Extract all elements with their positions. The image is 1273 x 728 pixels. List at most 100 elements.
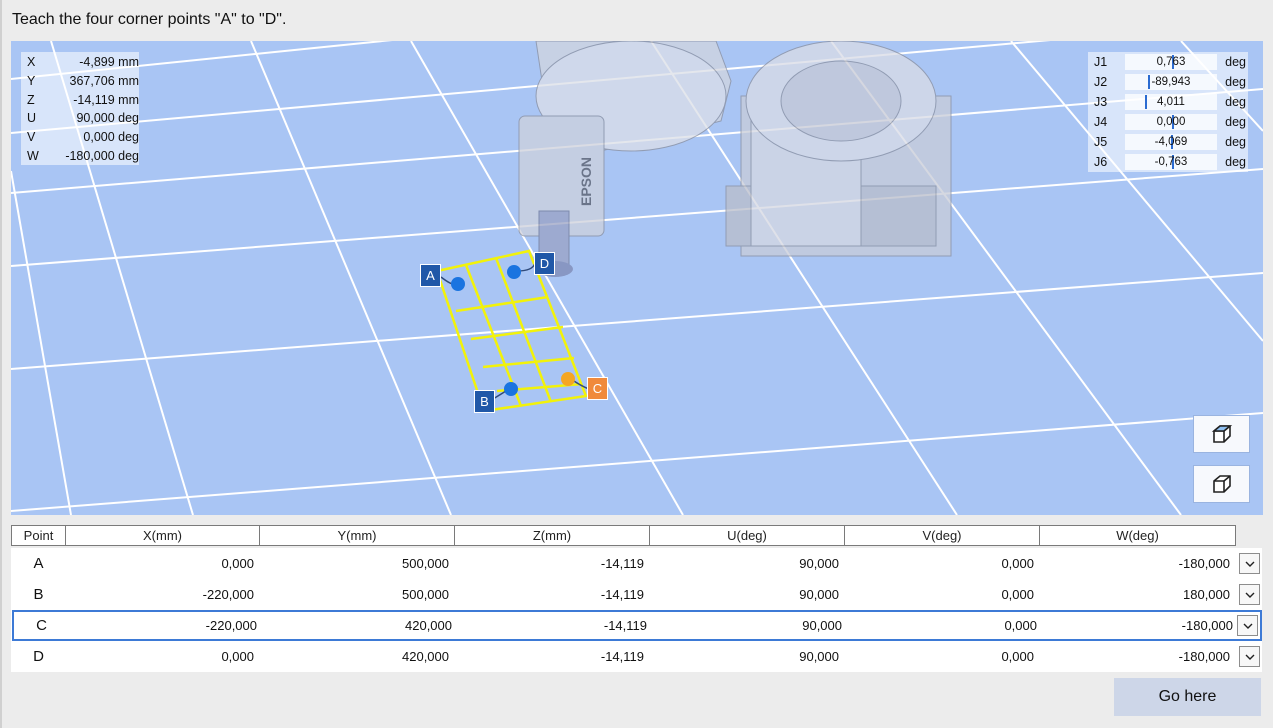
- axis-value: 367,706 mm: [69, 73, 139, 88]
- joint-value: 4,011: [1156, 96, 1185, 108]
- row-dropdown-button[interactable]: [1239, 584, 1260, 605]
- joint-name: J1: [1094, 55, 1108, 69]
- cell-w: -180,000: [1181, 618, 1233, 633]
- cell-point: A: [33, 555, 44, 572]
- cell-x: -220,000: [202, 587, 254, 602]
- cell-w: -180,000: [1178, 649, 1230, 664]
- joint-position-tick: [1144, 95, 1147, 109]
- point-d-dot[interactable]: [507, 265, 521, 279]
- go-here-button[interactable]: Go here: [1114, 678, 1261, 716]
- cell-x: -220,000: [205, 618, 257, 633]
- joint-range-bar: 4,011: [1124, 94, 1218, 110]
- joint-range-bar: -89,943: [1124, 74, 1218, 90]
- cell-v: 0,000: [1001, 649, 1034, 664]
- axis-value: 90,000 deg: [76, 111, 139, 126]
- robot-3d-viewport[interactable]: EPSON A D B C X -4,899 mm Y 367,706 mm Z…: [11, 41, 1263, 515]
- axis-value: -180,000 deg: [65, 148, 139, 163]
- axis-label: U: [27, 111, 37, 126]
- cell-u: 90,000: [799, 587, 839, 602]
- cell-z: -14,119: [600, 649, 644, 664]
- table-row[interactable]: B -220,000 500,000 -14,119 90,000 0,000 180,00…: [11, 579, 1262, 610]
- joint-unit: deg: [1225, 55, 1246, 69]
- joint-name: J6: [1094, 155, 1108, 169]
- marker-b[interactable]: B: [474, 390, 495, 413]
- cell-u: 90,000: [799, 556, 839, 571]
- cell-point: B: [33, 586, 44, 603]
- joint-name: J4: [1094, 115, 1108, 129]
- joint-value: -4,069: [1154, 136, 1188, 148]
- joint-row-j3: J3 4,011 deg: [1088, 92, 1248, 112]
- axis-label: Y: [27, 73, 36, 88]
- joint-value: -0,763: [1154, 156, 1188, 168]
- points-table: A 0,000 500,000 -14,119 90,000 0,000 -180,000 B…: [11, 548, 1262, 672]
- joint-name: J3: [1094, 95, 1108, 109]
- joint-range-bar: -0,763: [1124, 154, 1218, 170]
- joint-range-bar: 0,763: [1124, 54, 1218, 70]
- joint-position-tick: [1148, 75, 1151, 89]
- table-row[interactable]: D 0,000 420,000 -14,119 90,000 0,000 -180,000: [11, 641, 1262, 672]
- cartesian-readout: X -4,899 mm Y 367,706 mm Z -14,119 mm U 90,0…: [21, 52, 139, 165]
- marker-d[interactable]: D: [534, 252, 555, 275]
- header-z: Z(mm): [455, 525, 650, 546]
- robot-brand-label: EPSON: [578, 157, 594, 206]
- cell-v: 0,000: [1001, 587, 1034, 602]
- cell-y: 500,000: [402, 587, 449, 602]
- header-w: W(deg): [1040, 525, 1236, 546]
- header-u: U(deg): [650, 525, 845, 546]
- cell-v: 0,000: [1001, 556, 1034, 571]
- header-x: X(mm): [66, 525, 260, 546]
- cell-z: -14,119: [603, 618, 647, 633]
- joint-unit: deg: [1225, 135, 1246, 149]
- joint-unit: deg: [1225, 155, 1246, 169]
- table-row[interactable]: A 0,000 500,000 -14,119 90,000 0,000 -180,000: [11, 548, 1262, 579]
- axis-label: X: [27, 55, 36, 69]
- joint-value: -89,943: [1151, 76, 1191, 88]
- joint-row-j6: J6 -0,763 deg: [1088, 152, 1248, 172]
- point-c-dot[interactable]: [561, 372, 575, 386]
- marker-c[interactable]: C: [587, 377, 608, 400]
- row-dropdown-button[interactable]: [1239, 553, 1260, 574]
- cart-row: V 0,000 deg: [21, 128, 139, 147]
- joint-unit: deg: [1225, 75, 1246, 89]
- joint-readout: J1 0,763 deg J2 -89,943 deg J3 4,011 deg J4 0,000 d…: [1088, 52, 1248, 172]
- joint-name: J5: [1094, 135, 1108, 149]
- axis-label: W: [27, 148, 39, 163]
- chevron-down-icon: [1245, 654, 1254, 660]
- cell-z: -14,119: [600, 556, 644, 571]
- cell-z: -14,119: [600, 587, 644, 602]
- joint-unit: deg: [1225, 95, 1246, 109]
- view-cube-button-2[interactable]: [1193, 465, 1250, 503]
- instruction-text: Teach the four corner points "A" to "D".: [12, 11, 287, 28]
- joint-row-j4: J4 0,000 deg: [1088, 112, 1248, 132]
- cube-view-icon: [1211, 425, 1232, 443]
- row-dropdown-button[interactable]: [1237, 615, 1258, 636]
- table-row[interactable]: C -220,000 420,000 -14,119 90,000 0,000 -180,0…: [12, 610, 1262, 641]
- joint-value: 0,763: [1156, 56, 1186, 68]
- joint-unit: deg: [1225, 115, 1246, 129]
- axis-value: 0,000 deg: [83, 130, 139, 145]
- joint-range-bar: -4,069: [1124, 134, 1218, 150]
- header-v: V(deg): [845, 525, 1040, 546]
- cell-u: 90,000: [802, 618, 842, 633]
- joint-value: 0,000: [1156, 116, 1186, 128]
- point-a-dot[interactable]: [451, 277, 465, 291]
- point-b-dot[interactable]: [504, 382, 518, 396]
- header-y: Y(mm): [260, 525, 455, 546]
- row-dropdown-button[interactable]: [1239, 646, 1260, 667]
- cell-point: D: [33, 648, 44, 665]
- robot-model: EPSON: [518, 41, 952, 277]
- cell-w: 180,000: [1183, 587, 1230, 602]
- marker-a[interactable]: A: [420, 264, 441, 287]
- cell-point: C: [36, 617, 47, 634]
- joint-row-j2: J2 -89,943 deg: [1088, 72, 1248, 92]
- cell-x: 0,000: [221, 556, 254, 571]
- chevron-down-icon: [1243, 623, 1252, 629]
- header-point: Point: [11, 525, 66, 546]
- cube-view-alt-icon: [1212, 475, 1231, 493]
- view-cube-button-1[interactable]: [1193, 415, 1250, 453]
- cell-y: 500,000: [402, 556, 449, 571]
- cell-u: 90,000: [799, 649, 839, 664]
- scene-svg: EPSON: [11, 41, 1263, 515]
- cell-y: 420,000: [402, 649, 449, 664]
- joint-range-bar: 0,000: [1124, 114, 1218, 130]
